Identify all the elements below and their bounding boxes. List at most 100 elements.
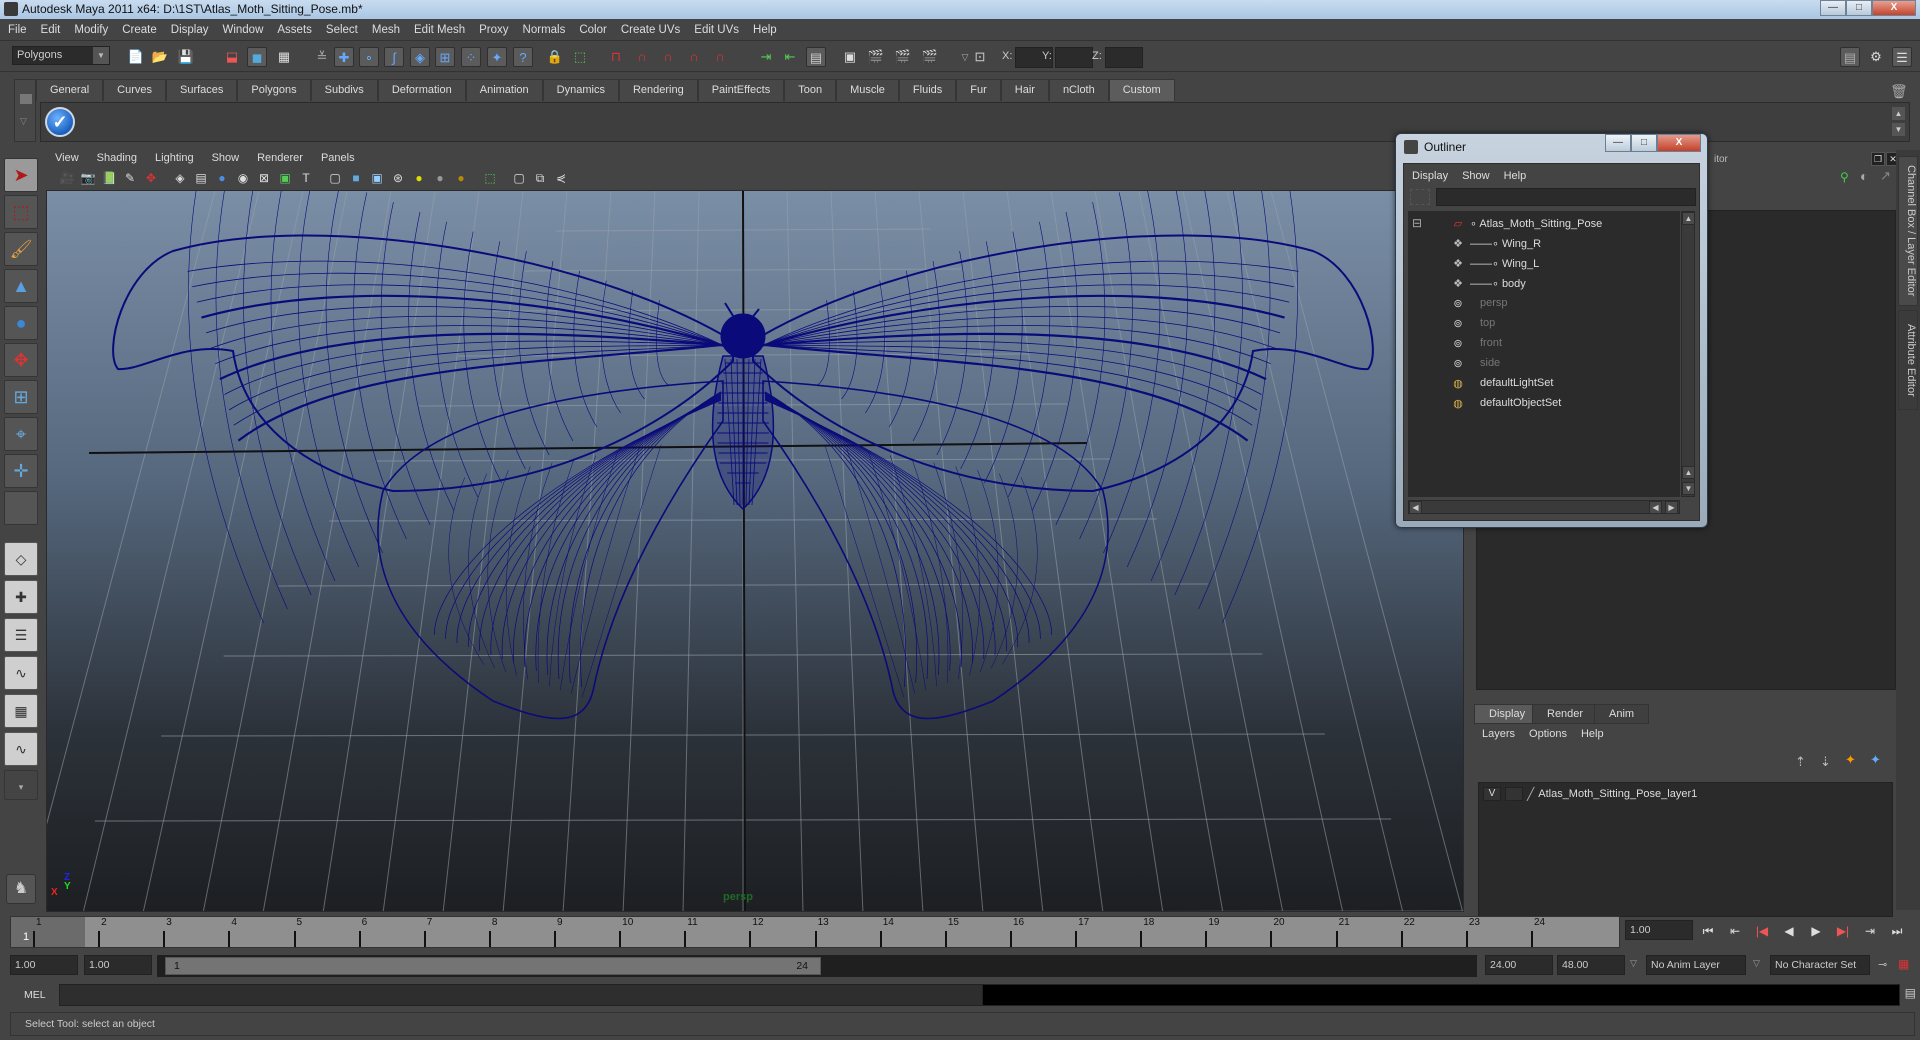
checkmark-icon[interactable]: ✓	[45, 107, 75, 137]
select-tool-icon[interactable]: ➤	[4, 158, 38, 192]
persp-outliner-layout-icon[interactable]: ☰	[4, 618, 38, 652]
rotate-tool-icon[interactable]: ●	[4, 306, 38, 340]
script-editor-icon[interactable]: ▤	[1905, 986, 1916, 1000]
animation-end-field[interactable]: 48.00	[1557, 955, 1625, 975]
outliner-item[interactable]: ❖ ——∘ Wing_R	[1408, 235, 1668, 253]
go-to-end-icon[interactable]: ⏭	[1886, 922, 1908, 940]
select-by-component-icon[interactable]: ▦	[274, 47, 294, 67]
manipulator-icon[interactable]: ⚲	[1840, 170, 1849, 184]
viewport-menu-lighting[interactable]: Lighting	[155, 152, 194, 164]
range-slider-track[interactable]: 1 24	[157, 955, 1477, 977]
menu-mesh[interactable]: Mesh	[372, 24, 400, 36]
channel-box-toggle-icon[interactable]: ☰	[1892, 47, 1912, 67]
construction-history-icon[interactable]: ∩	[632, 47, 652, 67]
layer-name[interactable]: Atlas_Moth_Sitting_Pose_layer1	[1538, 788, 1697, 800]
menu-color[interactable]: Color	[579, 24, 606, 36]
shelf-menu-icon[interactable]: ▽	[20, 116, 27, 127]
bookmarks-icon[interactable]: 📗	[101, 170, 117, 186]
float-panel-icon[interactable]: ❐	[1871, 152, 1885, 166]
reflection-icon[interactable]: ∩	[710, 47, 730, 67]
outliner-menu-show[interactable]: Show	[1462, 170, 1490, 182]
layer-tab-display[interactable]: Display	[1474, 704, 1541, 724]
input-ops-icon[interactable]: ⇥	[756, 47, 776, 67]
output-ops-icon[interactable]: ⇤	[780, 47, 800, 67]
auto-key-icon[interactable]: ⊸	[1878, 958, 1887, 971]
shelf-tab-subdivs[interactable]: Subdivs	[310, 79, 378, 101]
ipr-render-icon[interactable]: 🎬	[893, 47, 913, 67]
outliner-item[interactable]: ⊚ persp	[1408, 295, 1668, 313]
shelf-tab-hair[interactable]: Hair	[1000, 79, 1049, 101]
snap-view-plane-icon[interactable]: ◈	[410, 47, 430, 67]
scroll-up-icon[interactable]: ▲	[1682, 212, 1695, 225]
select-by-hierarchy-icon[interactable]: ⬓	[222, 47, 242, 67]
menu-set-selector[interactable]: Polygons ▼	[12, 46, 110, 65]
shelf-tab-dynamics[interactable]: Dynamics	[542, 79, 619, 101]
command-input[interactable]	[59, 984, 984, 1006]
layout-menu-icon[interactable]: ▾	[4, 770, 38, 800]
new-scene-icon[interactable]: 📄	[126, 47, 146, 67]
menu-assets[interactable]: Assets	[277, 24, 312, 36]
xray-joints-icon[interactable]: ⧉	[532, 170, 548, 186]
viewport-menu-panels[interactable]: Panels	[321, 152, 355, 164]
live-surface-icon[interactable]: ∩	[684, 47, 704, 67]
outliner-menu-help[interactable]: Help	[1504, 170, 1527, 182]
shelf-options[interactable]: ▽	[14, 79, 36, 142]
default-lighting-icon[interactable]: ●	[411, 170, 427, 186]
outliner-filter-input[interactable]	[1436, 188, 1696, 206]
y-field[interactable]	[1055, 47, 1093, 68]
shelf-tab-rendering[interactable]: Rendering	[618, 79, 698, 101]
attribute-editor-toggle-icon[interactable]: ▤	[1840, 47, 1860, 67]
hypershade-persp-layout-icon[interactable]: ▦	[4, 694, 38, 728]
z-field[interactable]	[1105, 47, 1143, 68]
shelf-tab-surfaces[interactable]: Surfaces	[165, 79, 238, 101]
open-scene-icon[interactable]: 📂	[150, 47, 170, 67]
outliner-item[interactable]: ⊚ top	[1408, 315, 1668, 333]
move-tool-icon[interactable]: ▲	[4, 269, 38, 303]
outliner-item[interactable]: ⊚ front	[1408, 335, 1668, 353]
layer-visibility-toggle[interactable]: V	[1483, 787, 1501, 801]
shelf-tab-ncloth[interactable]: nCloth	[1048, 79, 1109, 101]
viewport-menu-show[interactable]: Show	[212, 152, 240, 164]
smooth-shade-icon[interactable]: ■	[348, 170, 364, 186]
shelf-tab-custom[interactable]: Custom	[1108, 79, 1175, 101]
grid-toggle-icon[interactable]: ◈	[172, 170, 188, 186]
menu-file[interactable]: File	[8, 24, 27, 36]
snap-particles-icon[interactable]: ⁘	[461, 47, 481, 67]
image-plane-icon[interactable]: ✎	[122, 170, 138, 186]
snap-point-icon[interactable]: ∫	[384, 47, 404, 67]
shelf-scroll-up-icon[interactable]: ▲	[1892, 107, 1905, 120]
snap-surface-icon[interactable]: ⊞	[435, 47, 455, 67]
textured-icon[interactable]: ⊛	[390, 170, 406, 186]
snap-grid-icon[interactable]: ✚	[334, 47, 354, 67]
safe-title-icon[interactable]: T	[298, 170, 314, 186]
trash-icon[interactable]: 🗑	[1890, 83, 1908, 100]
arrow-icon[interactable]: ↗	[1880, 168, 1891, 184]
xray-components-icon[interactable]: ⋞	[553, 170, 569, 186]
xray-icon[interactable]: ▢	[511, 170, 527, 186]
character-set-dropdown[interactable]: No Character Set	[1770, 955, 1870, 975]
menu-create-uvs[interactable]: Create UVs	[621, 24, 680, 36]
animation-preferences-icon[interactable]: ▦	[1898, 957, 1909, 971]
lock-icon[interactable]: 🔒	[545, 47, 565, 67]
shelf-tab-fluids[interactable]: Fluids	[898, 79, 957, 101]
last-tool-slot[interactable]	[4, 491, 38, 525]
layer-row[interactable]: V ╱ Atlas_Moth_Sitting_Pose_layer1	[1483, 787, 1697, 801]
collapse-icon[interactable]: ⊟	[1412, 216, 1422, 230]
shadows-icon[interactable]: ●	[453, 170, 469, 186]
character-set-dropdown-icon[interactable]: ▽	[1753, 958, 1760, 969]
animation-start-field[interactable]: 1.00	[10, 955, 78, 975]
maximize-button[interactable]: □	[1846, 0, 1872, 16]
layer-tab-anim[interactable]: Anim	[1594, 704, 1650, 724]
outliner-close-button[interactable]: X	[1657, 134, 1701, 152]
save-scene-icon[interactable]: 💾	[176, 47, 196, 67]
layer-menu-help[interactable]: Help	[1581, 728, 1604, 740]
menu-help[interactable]: Help	[753, 24, 777, 36]
layer-menu-layers[interactable]: Layers	[1482, 728, 1515, 740]
persp-graph-layout-icon[interactable]: ∿	[4, 656, 38, 690]
menu-select[interactable]: Select	[326, 24, 358, 36]
all-lights-icon[interactable]: ●	[432, 170, 448, 186]
menu-edit-mesh[interactable]: Edit Mesh	[414, 24, 465, 36]
show-manipulator-icon[interactable]: ✛	[4, 454, 38, 488]
menu-create[interactable]: Create	[122, 24, 157, 36]
perspective-viewport[interactable]: persp X Y Z	[46, 190, 1464, 912]
